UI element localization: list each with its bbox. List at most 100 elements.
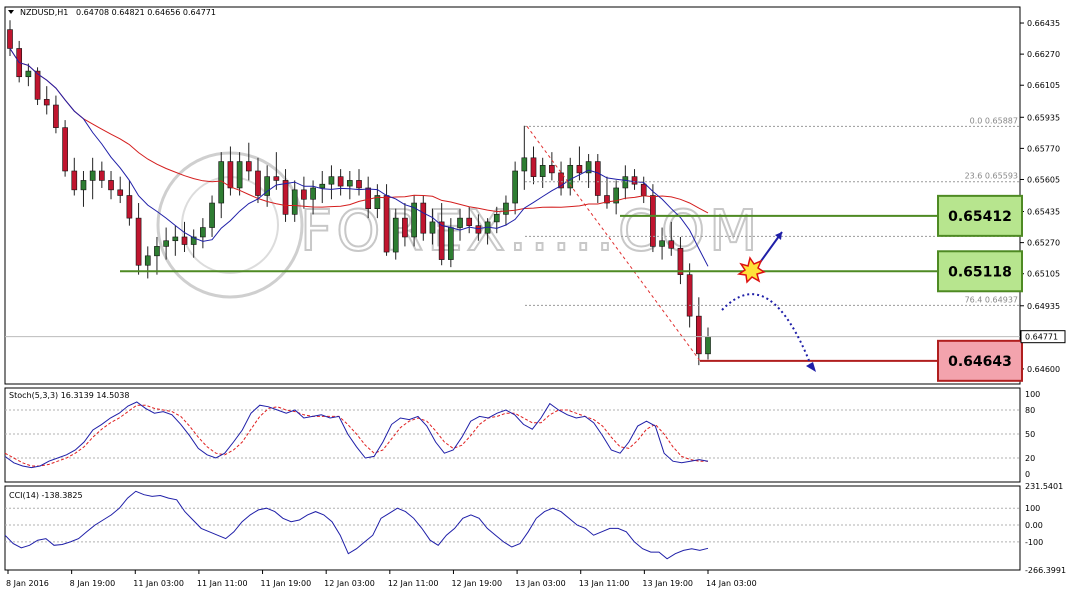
bearish-candle [227, 161, 234, 189]
bearish-candle [686, 274, 693, 317]
bearish-candle [301, 189, 307, 200]
bearish-candle [576, 165, 583, 174]
bearish-candle [356, 180, 362, 189]
bearish-candle [99, 170, 105, 181]
x-tick-label: 8 Jan 19:00 [70, 579, 116, 588]
bullish-candle [539, 165, 546, 177]
cci-y-tick: -266.3991 [1025, 566, 1066, 575]
stoch-y-tick: 100 [1025, 390, 1040, 399]
bearish-candle [466, 217, 473, 226]
y-tick-label: 0.64600 [1027, 365, 1060, 374]
bullish-candle [163, 240, 169, 247]
bearish-candle [549, 165, 555, 174]
bullish-candle [512, 170, 518, 204]
bullish-candle [310, 187, 316, 200]
x-tick-label: 11 Jan 11:00 [197, 579, 248, 588]
x-tick-label: 13 Jan 03:00 [515, 579, 566, 588]
cci-y-tick: 0.00 [1025, 521, 1043, 530]
chart-canvas: FOREX.....COM0.664350.662700.661050.6593… [4, 6, 1066, 588]
bearish-candle [640, 183, 647, 196]
support-level-label: 0.65118 [948, 264, 1012, 280]
bullish-candle [521, 157, 528, 172]
symbol-label: NZDUSD,H1 [20, 8, 68, 17]
bearish-candle [126, 195, 133, 219]
bearish-candle [53, 104, 59, 128]
bullish-candle [493, 214, 500, 223]
bullish-candle [319, 183, 326, 189]
bearish-candle [475, 225, 482, 234]
bullish-candle [448, 227, 454, 260]
bearish-candle [62, 127, 68, 172]
y-tick-label: 0.66270 [1027, 50, 1060, 59]
y-tick-label: 0.64935 [1027, 302, 1060, 311]
y-tick-label: 0.65270 [1027, 239, 1060, 248]
bearish-candle [181, 236, 188, 245]
bearish-candle [420, 202, 427, 234]
x-tick-label: 11 Jan 19:00 [261, 579, 312, 588]
chart-window: FOREX.....COM 0.66435 0.66270 0.66105 0.6593… [0, 0, 1066, 596]
bullish-candle [144, 255, 151, 266]
bullish-candle [705, 336, 711, 355]
bullish-candle [154, 246, 160, 257]
resistance-level-label: 0.65412 [948, 209, 1012, 225]
bearish-candle [438, 221, 445, 260]
y-tick-label: 0.65105 [1027, 270, 1060, 279]
x-tick-label: 14 Jan 03:00 [706, 579, 757, 588]
bearish-candle [43, 99, 50, 106]
x-tick-label: 12 Jan 03:00 [324, 579, 375, 588]
ohlc-values: 0.64708 0.64821 0.64656 0.64771 [76, 8, 216, 17]
stoch-y-tick: 0 [1025, 470, 1030, 479]
bullish-candle [622, 176, 629, 189]
bearish-candle [594, 161, 601, 196]
y-tick-label: 0.65435 [1027, 208, 1060, 217]
bearish-candle [650, 195, 656, 247]
bullish-candle [392, 217, 399, 253]
bullish-candle [503, 202, 509, 215]
bullish-candle [200, 227, 206, 238]
bearish-candle [337, 176, 344, 187]
stoch-title: Stoch(5,3,3) 16.3139 14.5038 [9, 391, 129, 400]
bullish-candle [291, 189, 298, 215]
bullish-candle [659, 240, 665, 247]
bullish-candle [457, 217, 463, 228]
bearish-candle [245, 161, 252, 172]
x-tick-label: 11 Jan 03:00 [133, 579, 184, 588]
fibonacci-level-label: 0.0 0.65887 [970, 116, 1018, 125]
bearish-candle [135, 217, 142, 266]
fibonacci-level-label: 76.4 0.64937 [965, 295, 1018, 304]
stoch-y-tick: 20 [1025, 454, 1035, 463]
bullish-candle [172, 236, 179, 242]
bearish-candle [695, 315, 702, 355]
bullish-candle [236, 161, 243, 189]
bearish-candle [282, 180, 289, 215]
stoch-y-tick: 80 [1025, 406, 1035, 415]
bearish-candle [273, 176, 280, 181]
x-tick-label: 13 Jan 11:00 [579, 579, 630, 588]
bullish-candle [209, 202, 215, 228]
bearish-candle [71, 170, 78, 191]
bearish-candle [108, 180, 114, 191]
bullish-candle [80, 180, 87, 191]
bearish-candle [530, 157, 537, 177]
bearish-candle [117, 189, 124, 196]
cci-y-tick: 231.5401 [1025, 482, 1063, 491]
bullish-candle [25, 70, 32, 78]
fibonacci-level-label: 23.6 0.65593 [965, 172, 1018, 181]
bullish-candle [429, 221, 436, 234]
x-tick-label: 12 Jan 11:00 [388, 579, 439, 588]
cci-y-tick: -100 [1025, 538, 1043, 547]
bullish-candle [346, 180, 353, 187]
current-price-label: 0.64771 [1025, 333, 1058, 342]
cci-panel [4, 485, 1021, 571]
bullish-candle [89, 170, 96, 181]
bearish-candle [668, 240, 675, 249]
bearish-candle [365, 187, 372, 209]
stoch-y-tick: 50 [1025, 430, 1035, 439]
y-tick-label: 0.65770 [1027, 144, 1060, 153]
x-tick-label: 13 Jan 19:00 [642, 579, 693, 588]
bearish-candle [383, 195, 390, 253]
bearish-candle [7, 29, 13, 49]
y-tick-label: 0.66435 [1027, 19, 1060, 28]
target-level-label: 0.64643 [948, 354, 1012, 370]
y-tick-label: 0.66105 [1027, 81, 1060, 90]
